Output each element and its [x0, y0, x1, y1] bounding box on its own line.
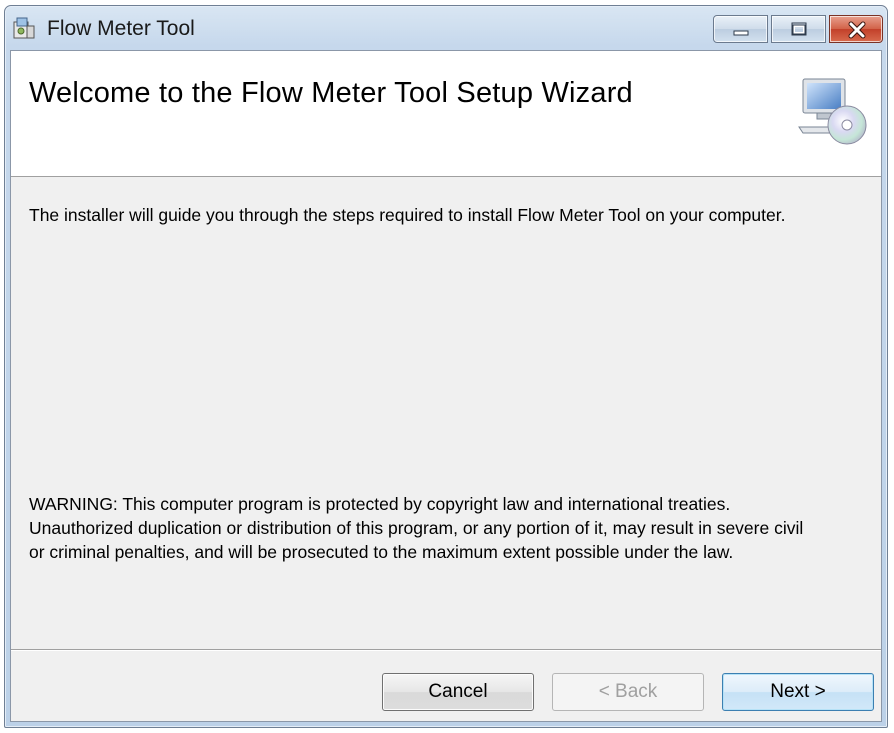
- back-button[interactable]: < Back: [552, 673, 704, 711]
- minimize-icon: [733, 30, 749, 36]
- minimize-button[interactable]: [713, 15, 768, 43]
- copyright-warning: WARNING: This computer program is protec…: [29, 494, 804, 562]
- computer-cd-icon: [798, 78, 867, 145]
- button-divider: [11, 649, 881, 651]
- title-bar[interactable]: Flow Meter Tool: [5, 6, 887, 50]
- close-button[interactable]: [829, 15, 883, 43]
- next-button[interactable]: Next >: [722, 673, 874, 711]
- close-icon: [848, 21, 866, 39]
- page-title: Welcome to the Flow Meter Tool Setup Wiz…: [29, 77, 633, 109]
- installer-icon[interactable]: [11, 15, 37, 41]
- wizard-banner: Welcome to the Flow Meter Tool Setup Wiz…: [11, 51, 881, 177]
- maximize-icon: [791, 22, 807, 36]
- installer-window: Flow Meter Tool Welcome to the Flow Mete…: [4, 5, 888, 728]
- dialog-client-area: Welcome to the Flow Meter Tool Setup Wiz…: [10, 50, 882, 722]
- maximize-button[interactable]: [771, 15, 826, 43]
- window-title: Flow Meter Tool: [47, 17, 195, 40]
- cancel-button[interactable]: Cancel: [382, 673, 534, 711]
- intro-text: The installer will guide you through the…: [29, 205, 786, 225]
